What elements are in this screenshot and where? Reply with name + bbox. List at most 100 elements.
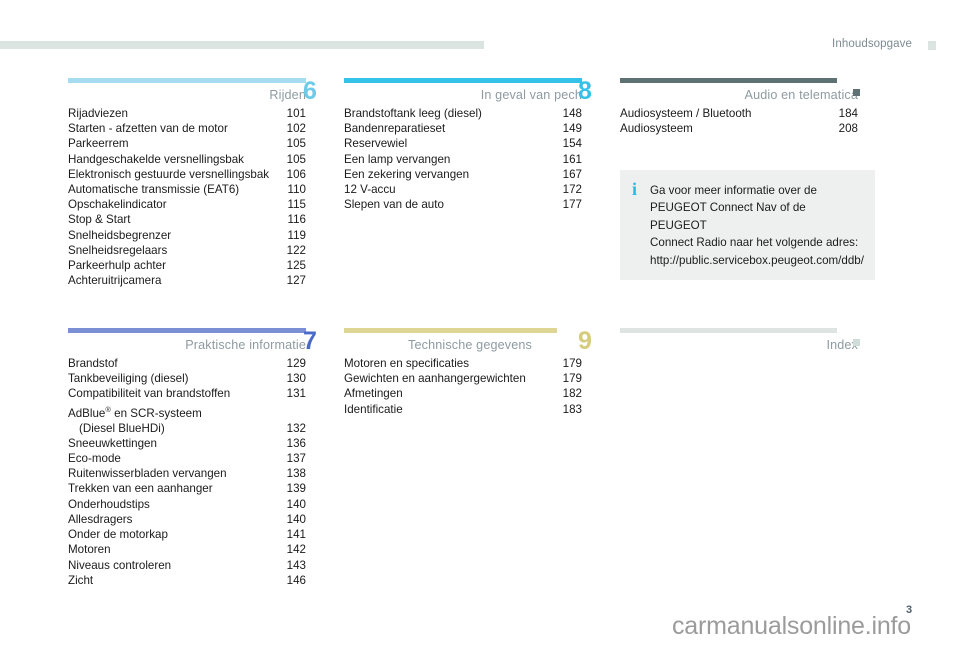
toc-entry-page: 127 bbox=[286, 274, 306, 288]
toc-entry-page: 105 bbox=[286, 137, 306, 151]
toc-entry[interactable]: Snelheidsregelaars 122 bbox=[68, 243, 306, 258]
toc-entry-page: 140 bbox=[286, 512, 306, 526]
toc-entry-page: 102 bbox=[286, 122, 306, 136]
toc-entry-page: 106 bbox=[286, 167, 306, 181]
toc-entry-page: 140 bbox=[286, 497, 306, 511]
toc-entry-page: 130 bbox=[286, 372, 306, 386]
toc-entry-label: Rijadviezen bbox=[68, 107, 128, 120]
info-callout-line: PEUGEOT Connect Nav of de PEUGEOT bbox=[650, 201, 806, 232]
header-marker-square bbox=[928, 41, 936, 50]
toc-entry[interactable]: Een lamp vervangen 161 bbox=[344, 152, 582, 167]
toc-entry[interactable]: Ruitenwisserbladen vervangen 138 bbox=[68, 466, 306, 481]
toc-entry[interactable]: Gewichten en aanhangergewichten 179 bbox=[344, 371, 582, 386]
toc-entry-label: Motoren bbox=[68, 543, 111, 557]
toc-entry[interactable]: Onder de motorkap 141 bbox=[68, 527, 306, 542]
toc-entry-page: 132 bbox=[286, 421, 306, 435]
toc-entry[interactable]: Elektronisch gestuurde versnellingsbak 10… bbox=[68, 167, 306, 182]
toc-entry[interactable]: Starten - afzetten van de motor 102 bbox=[68, 121, 306, 136]
toc-entry[interactable]: Motoren en specificaties 179 bbox=[344, 356, 582, 371]
info-callout: i Ga voor meer informatie over de PEUGEOT… bbox=[620, 170, 875, 280]
toc-entry[interactable]: Onderhoudstips 140 bbox=[68, 497, 306, 512]
section-number-praktische-informatie: 7 bbox=[303, 327, 317, 355]
toc-entry[interactable]: Opschakelindicator 115 bbox=[68, 197, 306, 212]
toc-entry-page: 179 bbox=[562, 372, 582, 386]
section-title: Rijden bbox=[269, 88, 306, 102]
toc-entry-label: Parkeerrem bbox=[68, 137, 129, 151]
section-accent-bar bbox=[344, 78, 582, 83]
section-marker-audio-en-telematica bbox=[853, 89, 860, 96]
toc-entry-page: 125 bbox=[286, 259, 306, 273]
toc-entry[interactable]: Motoren 142 bbox=[68, 542, 306, 557]
section-header: Rijden bbox=[269, 87, 306, 103]
toc-entry[interactable]: Rijadviezen 101 bbox=[68, 106, 306, 121]
toc-entry-label: Gewichten en aanhangergewichten bbox=[344, 372, 526, 386]
section-title: In geval van pech bbox=[480, 88, 582, 102]
toc-entry[interactable]: Automatische transmissie (EAT6) 110 bbox=[68, 182, 306, 197]
toc-entry[interactable]: Snelheidsbegrenzer 119 bbox=[68, 228, 306, 243]
toc-entry[interactable]: Parkeerrem 105 bbox=[68, 136, 306, 151]
toc-entry[interactable]: 12 V-accu 172 bbox=[344, 182, 582, 197]
toc-entry[interactable]: Tankbeveiliging (diesel) 130 bbox=[68, 371, 306, 386]
toc-entry[interactable]: Identificatie 183 bbox=[344, 402, 582, 417]
toc-entry-page: 143 bbox=[286, 558, 306, 572]
info-callout-line: http://public.servicebox.peugeot.com/ddb… bbox=[650, 253, 864, 267]
toc-entry[interactable]: Brandstof 129 bbox=[68, 356, 306, 371]
toc-list-in-geval-van-pech: Brandstoftank leeg (diesel) 148 Bandenrepa… bbox=[344, 106, 582, 212]
toc-entry[interactable]: Allesdragers 140 bbox=[68, 512, 306, 527]
toc-entry-label: Niveaus controleren bbox=[68, 558, 172, 572]
toc-entry-label: Compatibiliteit van brandstoffen bbox=[68, 387, 231, 401]
toc-entry[interactable]: Bandenreparatieset 149 bbox=[344, 121, 582, 136]
section-marker-index bbox=[853, 339, 860, 346]
toc-entry-page: 139 bbox=[286, 482, 306, 496]
toc-entry[interactable]: Audiosysteem / Bluetooth 184 bbox=[620, 106, 858, 121]
toc-entry-label: Een zekering vervangen bbox=[344, 167, 470, 181]
toc-entry[interactable]: Audiosysteem 208 bbox=[620, 121, 858, 136]
toc-entry[interactable]: Slepen van de auto 177 bbox=[344, 197, 582, 212]
page-title: Inhoudsopgave bbox=[832, 38, 912, 50]
toc-entry-label: Stop & Start bbox=[68, 213, 131, 227]
section-header: Audio en telematica bbox=[745, 87, 858, 103]
toc-entry-label: Reservewiel bbox=[344, 137, 408, 151]
toc-entry[interactable]: Brandstoftank leeg (diesel) 148 bbox=[344, 106, 582, 121]
section-title: Praktische informatie bbox=[185, 338, 306, 352]
toc-entry-label: Afmetingen bbox=[344, 387, 403, 401]
toc-entry-label: Tankbeveiliging (diesel) bbox=[68, 372, 189, 386]
toc-entry-label: Trekken van een aanhanger bbox=[68, 482, 213, 496]
toc-entry[interactable]: Reservewiel 154 bbox=[344, 136, 582, 151]
toc-entry-page: 182 bbox=[562, 387, 582, 401]
page-header: Inhoudsopgave bbox=[0, 38, 960, 52]
toc-entry-label: Een lamp vervangen bbox=[344, 152, 451, 166]
toc-entry[interactable]: Trekken van een aanhanger 139 bbox=[68, 481, 306, 496]
toc-entry-label: Brandstof bbox=[68, 357, 118, 370]
watermark: carmanualsonline.info bbox=[672, 612, 912, 640]
section-title: Technische gegevens bbox=[408, 338, 532, 352]
toc-entry[interactable]: Stop & Start 116 bbox=[68, 212, 306, 227]
toc-entry-label: Zicht bbox=[68, 573, 94, 587]
toc-entry-page: 179 bbox=[562, 357, 582, 370]
section-accent-bar bbox=[620, 328, 837, 333]
toc-entry[interactable]: Niveaus controleren 143 bbox=[68, 558, 306, 573]
toc-entry[interactable]: Eco-mode 137 bbox=[68, 451, 306, 466]
section-header: In geval van pech bbox=[481, 87, 582, 103]
toc-entry-label: Onderhoudstips bbox=[68, 497, 150, 511]
toc-entry[interactable]: Sneeuwkettingen 136 bbox=[68, 436, 306, 451]
toc-entry[interactable]: Zicht 146 bbox=[68, 573, 306, 588]
toc-entry[interactable]: Een zekering vervangen 167 bbox=[344, 167, 582, 182]
toc-entry-page: 142 bbox=[286, 543, 306, 557]
toc-entry[interactable]: (Diesel BlueHDi) 132 bbox=[68, 421, 306, 436]
info-callout-line: Connect Radio naar het volgende adres: bbox=[650, 236, 859, 250]
toc-entry[interactable]: Compatibiliteit van brandstoffen 131 bbox=[68, 386, 306, 401]
toc-entry-page: 208 bbox=[838, 122, 858, 136]
toc-entry[interactable]: Achteruitrijcamera 127 bbox=[68, 273, 306, 288]
toc-entry-label: (Diesel BlueHDi) bbox=[79, 421, 165, 435]
toc-entry[interactable]: Afmetingen 182 bbox=[344, 386, 582, 401]
toc-entry[interactable]: AdBlue® en SCR-systeem bbox=[68, 402, 306, 421]
toc-entry-page: 183 bbox=[562, 402, 582, 416]
toc-entry-page: 146 bbox=[286, 573, 306, 587]
toc-entry[interactable]: Parkeerhulp achter 125 bbox=[68, 258, 306, 273]
toc-entry-label: Identificatie bbox=[344, 402, 403, 416]
toc-entry-page: 110 bbox=[287, 183, 306, 197]
section-number-technische-gegevens: 9 bbox=[578, 327, 592, 355]
section-header: Praktische informatie bbox=[185, 337, 306, 353]
toc-entry[interactable]: Handgeschakelde versnellingsbak 105 bbox=[68, 152, 306, 167]
